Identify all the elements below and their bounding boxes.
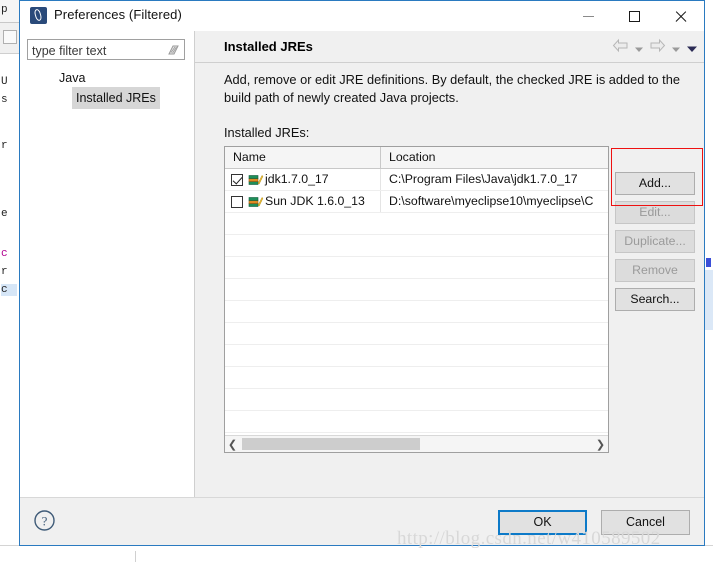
jre-icon	[248, 195, 264, 209]
filter-box[interactable]	[27, 39, 185, 60]
table-empty-row	[225, 257, 608, 279]
table-empty-row	[225, 389, 608, 411]
jre-action-buttons: Add... Edit... Duplicate... Remove Searc…	[615, 146, 695, 317]
table-empty-row	[225, 213, 608, 235]
background-text-fragment: c	[1, 284, 17, 296]
dialog-body: Java Installed JREs Installed JREs	[20, 31, 704, 499]
row-name-text: jdk1.7.0_17	[265, 172, 329, 186]
table-empty-area	[225, 213, 608, 452]
preferences-dialog: Preferences (Filtered) type filter text …	[19, 0, 705, 546]
dialog-title: Preferences (Filtered)	[54, 7, 182, 22]
preferences-tree-pane: Java Installed JREs	[20, 31, 195, 499]
row-name-text: Sun JDK 1.6.0_13	[265, 194, 365, 208]
background-marker	[706, 258, 711, 267]
search-input[interactable]	[32, 42, 152, 59]
table-empty-row	[225, 411, 608, 433]
back-arrow-icon[interactable]	[612, 38, 629, 53]
help-icon[interactable]: ?	[33, 509, 56, 532]
close-icon	[674, 10, 687, 23]
installed-jres-pane: Installed JREs Add, remove or edit JRE d…	[195, 31, 704, 499]
preferences-tree: Java Installed JREs	[20, 67, 194, 109]
view-menu-icon[interactable]	[686, 41, 697, 52]
row-location-cell: C:\Program Files\Java\jdk1.7.0_17	[389, 172, 578, 186]
cancel-button[interactable]: Cancel	[601, 510, 690, 535]
table-empty-row	[225, 301, 608, 323]
search-button[interactable]: Search...	[615, 288, 695, 311]
row-name-cell: jdk1.7.0_17	[225, 169, 381, 190]
ok-button[interactable]: OK	[498, 510, 587, 535]
forward-arrow-icon[interactable]	[649, 38, 666, 53]
tree-item-label: Installed JREs	[72, 87, 160, 109]
dialog-title-bar[interactable]: Preferences (Filtered)	[20, 1, 704, 32]
jre-icon	[248, 173, 264, 187]
table-horizontal-scrollbar[interactable]: ❮ ❯	[225, 435, 608, 452]
installed-jres-label: Installed JREs:	[224, 125, 310, 140]
svg-text:?: ?	[42, 513, 48, 528]
table-empty-row	[225, 345, 608, 367]
background-text-fragment: r	[1, 140, 8, 152]
background-toolbar-button	[3, 30, 17, 44]
table-row[interactable]: jdk1.7.0_17 C:\Program Files\Java\jdk1.7…	[225, 169, 608, 191]
row-location-cell: D:\software\myeclipse10\myeclipse\C	[389, 194, 594, 208]
background-text-fragment: s	[1, 94, 8, 106]
background-text-fragment: c	[1, 248, 8, 260]
minimize-button[interactable]	[566, 1, 611, 31]
clear-filter-icon[interactable]	[167, 43, 180, 57]
table-empty-row	[225, 279, 608, 301]
background-text-fragment: U	[1, 76, 8, 88]
forward-dropdown-icon[interactable]	[671, 41, 681, 52]
pane-description: Add, remove or edit JRE definitions. By …	[224, 72, 680, 105]
close-button[interactable]	[658, 1, 703, 31]
pane-nav-icons	[612, 38, 697, 53]
remove-button: Remove	[615, 259, 695, 282]
scroll-right-arrow-icon[interactable]: ❯	[593, 436, 608, 452]
tree-item-java[interactable]: Java	[20, 67, 194, 87]
column-header-name[interactable]: Name	[225, 147, 381, 168]
duplicate-button: Duplicate...	[615, 230, 695, 253]
table-row[interactable]: Sun JDK 1.6.0_13 D:\software\myeclipse10…	[225, 191, 608, 213]
table-empty-row	[225, 367, 608, 389]
minimize-icon	[583, 15, 594, 17]
background-text-fragment: p	[1, 4, 8, 16]
eclipse-app-icon	[30, 7, 47, 24]
background-text-fragment: e	[1, 208, 8, 220]
background-text-fragment: r	[1, 266, 8, 278]
edit-button: Edit...	[615, 201, 695, 224]
row-checkbox[interactable]	[231, 195, 243, 208]
add-button[interactable]: Add...	[615, 172, 695, 195]
column-header-location[interactable]: Location	[381, 147, 608, 168]
row-name-cell: Sun JDK 1.6.0_13	[225, 191, 381, 212]
table-header-row: Name Location	[225, 147, 608, 169]
installed-jres-table[interactable]: Name Location jdk1.7.0_17 C:\Program Fil…	[224, 146, 609, 453]
scroll-left-arrow-icon[interactable]: ❮	[225, 436, 240, 452]
maximize-button[interactable]	[612, 1, 657, 31]
table-empty-row	[225, 323, 608, 345]
dialog-footer: ? OK Cancel	[20, 497, 704, 545]
tree-item-installed-jres[interactable]: Installed JREs	[20, 87, 194, 109]
page-title: Installed JREs	[224, 39, 313, 54]
background-selection-box	[705, 270, 713, 330]
background-bottom-panel	[135, 551, 713, 562]
back-dropdown-icon[interactable]	[634, 41, 644, 52]
tree-item-label: Java	[59, 71, 86, 85]
pane-header: Installed JREs	[195, 31, 704, 63]
maximize-icon	[629, 10, 640, 22]
row-checkbox[interactable]	[231, 173, 243, 186]
table-empty-row	[225, 235, 608, 257]
scrollbar-thumb[interactable]	[242, 438, 420, 450]
